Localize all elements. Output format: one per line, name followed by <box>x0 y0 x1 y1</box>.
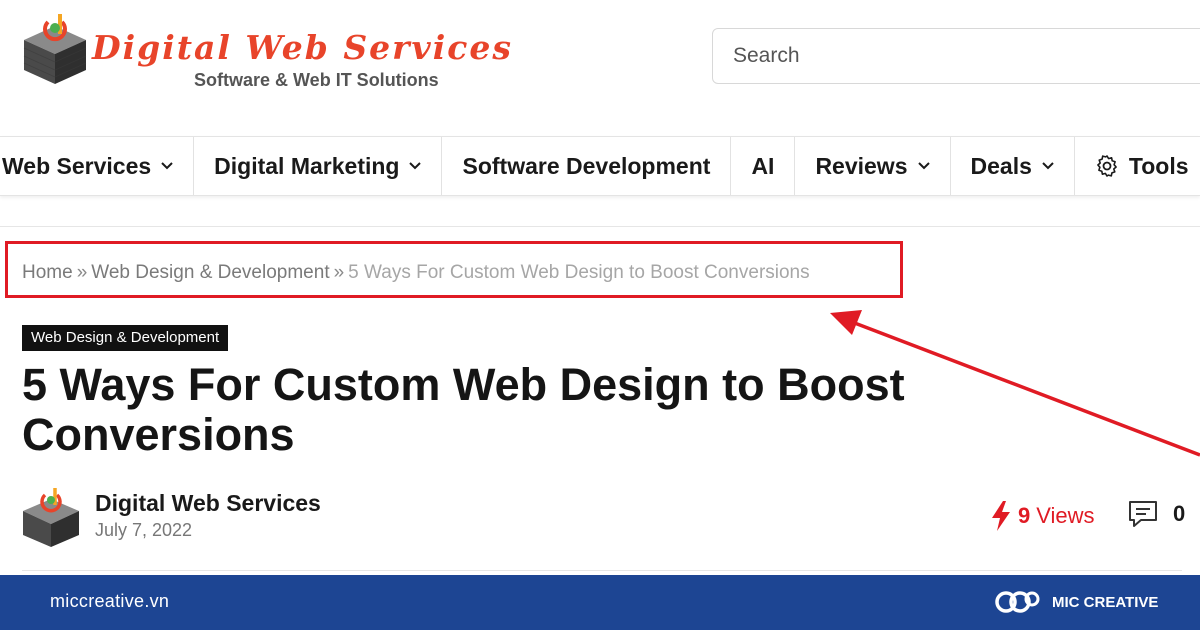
logo-cube-icon <box>23 14 87 84</box>
nav-item-reviews[interactable]: Reviews <box>795 137 951 195</box>
logo-subtitle: Software & Web IT Solutions <box>194 70 439 90</box>
nav-item-digital-marketing[interactable]: Digital Marketing <box>194 137 443 195</box>
chevron-down-icon <box>1042 162 1054 170</box>
nav-item-label: Deals <box>970 152 1032 179</box>
divider <box>22 570 1182 571</box>
category-badge[interactable]: Web Design & Development <box>22 325 229 351</box>
chevron-down-icon <box>409 162 422 170</box>
main-nav: Web Services Digital Marketing Software … <box>0 136 1200 196</box>
nav-item-ai[interactable]: AI <box>731 137 796 195</box>
nav-item-label: Web Services <box>2 152 152 179</box>
divider <box>0 226 1200 227</box>
comments-link[interactable]: 0 <box>1127 499 1185 529</box>
chevron-down-icon <box>161 162 173 170</box>
nav-item-label: AI <box>751 152 775 179</box>
comment-icon <box>1129 501 1157 527</box>
comments-count: 0 <box>1173 501 1186 526</box>
gear-icon <box>1096 155 1117 177</box>
logo-title: Digital Web Services <box>92 28 513 67</box>
nav-item-web-services[interactable]: Web Services <box>0 137 195 195</box>
post-date: July 7, 2022 <box>95 520 193 540</box>
breadcrumb: Home» Web Design & Development» 5 Ways For… <box>22 262 810 284</box>
site-logo[interactable]: Digital Web Services Software & Web IT S… <box>22 12 582 102</box>
author-name[interactable]: Digital Web Services <box>95 490 321 517</box>
nav-item-label: Reviews <box>815 152 908 179</box>
brand-name: MIC CREATIVE <box>1052 593 1159 611</box>
views-count: 9 <box>1018 503 1031 528</box>
brand-footer-banner: miccreative.vn MIC CREATIVE <box>0 575 1200 630</box>
site-url: miccreative.vn <box>50 591 170 611</box>
breadcrumb-current: 5 Ways For Custom Web Design to Boost Co… <box>348 262 810 283</box>
author-meta-row: Digital Web Services July 7, 2022 9 View… <box>22 487 1200 549</box>
views-label: Views <box>1036 503 1095 528</box>
nav-item-label: Digital Marketing <box>214 152 400 179</box>
article-title: 5 Ways For Custom Web Design to Boost Co… <box>22 359 905 460</box>
avatar[interactable] <box>22 487 80 547</box>
search-input[interactable] <box>712 28 1200 84</box>
nav-item-deals[interactable]: Deals <box>951 137 1075 195</box>
nav-item-label: Tools <box>1128 152 1189 179</box>
nav-item-label: Software Development <box>462 152 711 179</box>
nav-item-software-development[interactable]: Software Development <box>442 137 732 195</box>
mic-creative-logo-icon <box>995 591 1040 613</box>
brand: MIC CREATIVE <box>994 587 1158 617</box>
bolt-icon <box>992 501 1010 531</box>
chevron-down-icon <box>917 162 930 170</box>
views-counter: 9 Views <box>990 501 1095 531</box>
breadcrumb-category-link[interactable]: Web Design & Development <box>91 262 329 283</box>
breadcrumb-separator: » <box>333 262 345 283</box>
breadcrumb-home-link[interactable]: Home <box>22 262 73 283</box>
breadcrumb-separator: » <box>76 262 88 283</box>
nav-item-tools[interactable]: Tools <box>1075 137 1200 195</box>
